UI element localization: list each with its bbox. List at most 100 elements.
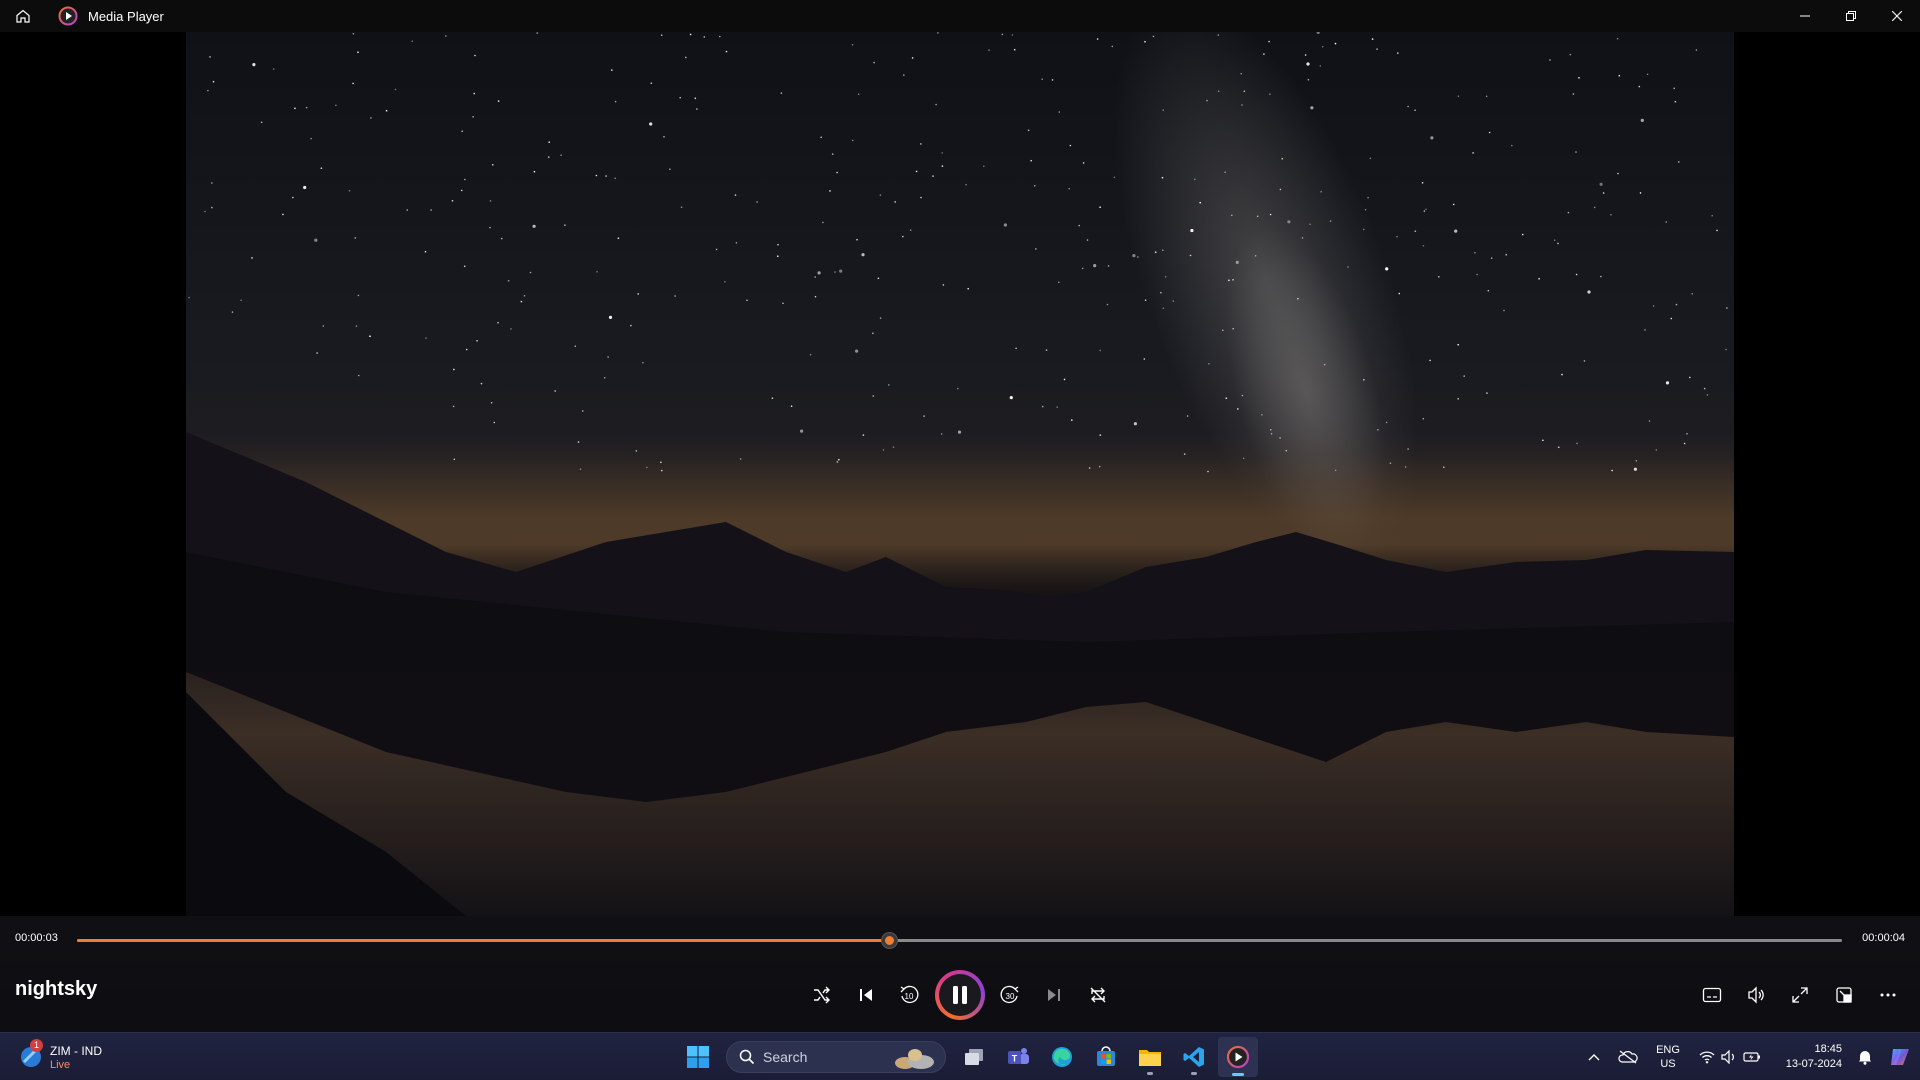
star bbox=[352, 32, 355, 35]
star bbox=[240, 299, 242, 302]
star bbox=[1143, 358, 1146, 360]
star bbox=[1217, 90, 1220, 92]
star bbox=[464, 178, 466, 181]
star bbox=[965, 183, 967, 186]
language-indicator[interactable]: ENG US bbox=[1646, 1033, 1690, 1080]
show-hidden-icons-button[interactable] bbox=[1578, 1033, 1610, 1080]
copilot-button[interactable] bbox=[1880, 1033, 1920, 1080]
quick-settings-button[interactable] bbox=[1690, 1033, 1770, 1080]
star bbox=[614, 177, 616, 180]
skip-forward-button[interactable]: 30 bbox=[992, 977, 1028, 1013]
star bbox=[1078, 224, 1080, 227]
star bbox=[909, 229, 912, 231]
mini-player-button[interactable] bbox=[1826, 977, 1862, 1013]
star bbox=[696, 108, 698, 110]
star bbox=[1557, 242, 1559, 245]
clock[interactable]: 18:45 13-07-2024 bbox=[1770, 1033, 1842, 1080]
taskbar-search[interactable]: Search bbox=[726, 1041, 946, 1073]
star bbox=[406, 209, 408, 211]
fullscreen-icon bbox=[1792, 987, 1808, 1003]
media-player-taskbar-button[interactable] bbox=[1218, 1037, 1258, 1077]
file-explorer-button[interactable] bbox=[1130, 1037, 1170, 1077]
star bbox=[1319, 65, 1322, 67]
teams-button[interactable]: T bbox=[998, 1037, 1038, 1077]
star bbox=[942, 284, 945, 286]
teams-icon: T bbox=[1008, 1048, 1029, 1064]
star bbox=[425, 337, 427, 339]
star bbox=[1323, 363, 1326, 366]
edge-button[interactable] bbox=[1042, 1037, 1082, 1077]
restore-button[interactable] bbox=[1828, 0, 1874, 32]
star bbox=[453, 458, 456, 461]
star bbox=[1111, 45, 1114, 48]
star bbox=[660, 461, 662, 464]
vscode-button[interactable] bbox=[1174, 1037, 1214, 1077]
star bbox=[1404, 466, 1407, 468]
more-options-button[interactable] bbox=[1870, 977, 1906, 1013]
fullscreen-button[interactable] bbox=[1782, 977, 1818, 1013]
star bbox=[1098, 465, 1101, 468]
star bbox=[1703, 387, 1706, 390]
minimize-button[interactable] bbox=[1782, 0, 1828, 32]
star bbox=[1152, 35, 1155, 38]
star bbox=[1691, 293, 1693, 295]
star bbox=[532, 224, 536, 228]
star bbox=[212, 80, 215, 83]
star bbox=[1675, 303, 1678, 306]
previous-icon bbox=[860, 989, 872, 1001]
star bbox=[1106, 303, 1109, 306]
home-button[interactable] bbox=[0, 0, 46, 32]
star bbox=[581, 410, 584, 412]
volume-button[interactable] bbox=[1738, 977, 1774, 1013]
star bbox=[1575, 273, 1578, 276]
video-frame[interactable] bbox=[186, 32, 1734, 916]
star bbox=[839, 269, 843, 273]
star bbox=[646, 466, 648, 469]
notifications-button[interactable] bbox=[1850, 1033, 1880, 1080]
next-button[interactable] bbox=[1036, 977, 1072, 1013]
previous-button[interactable] bbox=[848, 977, 884, 1013]
star bbox=[493, 421, 496, 424]
star bbox=[1599, 182, 1603, 186]
night-sky-scene bbox=[186, 32, 1734, 916]
widgets-button[interactable]: 1 ZIM - IND Live bbox=[18, 1039, 148, 1074]
star bbox=[1242, 457, 1245, 460]
shuffle-button[interactable] bbox=[804, 977, 840, 1013]
repeat-button[interactable] bbox=[1080, 977, 1116, 1013]
star bbox=[272, 68, 275, 70]
star bbox=[1254, 255, 1257, 257]
star bbox=[1487, 289, 1490, 292]
close-button[interactable] bbox=[1874, 0, 1920, 32]
star bbox=[1297, 297, 1299, 300]
captions-button[interactable] bbox=[1694, 977, 1730, 1013]
star bbox=[211, 182, 213, 184]
star bbox=[1225, 397, 1228, 400]
search-placeholder: Search bbox=[763, 1049, 808, 1065]
star bbox=[1270, 429, 1272, 431]
star bbox=[1640, 118, 1644, 122]
notification-badge: 1 bbox=[30, 1039, 43, 1052]
skip-back-button[interactable]: 10 bbox=[891, 977, 927, 1013]
star bbox=[1474, 252, 1476, 254]
star bbox=[857, 93, 860, 95]
star bbox=[1423, 210, 1426, 212]
seek-bar[interactable] bbox=[77, 933, 1842, 948]
seek-thumb[interactable] bbox=[881, 933, 897, 948]
star bbox=[1206, 99, 1208, 102]
star bbox=[1162, 307, 1165, 310]
star bbox=[1488, 131, 1491, 134]
play-pause-button[interactable] bbox=[935, 970, 985, 1020]
star bbox=[1665, 381, 1670, 385]
star bbox=[1553, 239, 1556, 241]
secondary-controls bbox=[1690, 968, 1920, 1024]
bell-icon bbox=[1859, 1051, 1871, 1065]
onedrive-button[interactable] bbox=[1610, 1033, 1646, 1080]
start-button[interactable] bbox=[678, 1037, 718, 1077]
star bbox=[310, 137, 312, 140]
task-view-button[interactable] bbox=[954, 1037, 994, 1077]
star bbox=[492, 164, 494, 166]
keyboard-region: US bbox=[1660, 1058, 1676, 1070]
store-button[interactable] bbox=[1086, 1037, 1126, 1077]
star bbox=[476, 340, 478, 342]
star bbox=[473, 92, 476, 95]
